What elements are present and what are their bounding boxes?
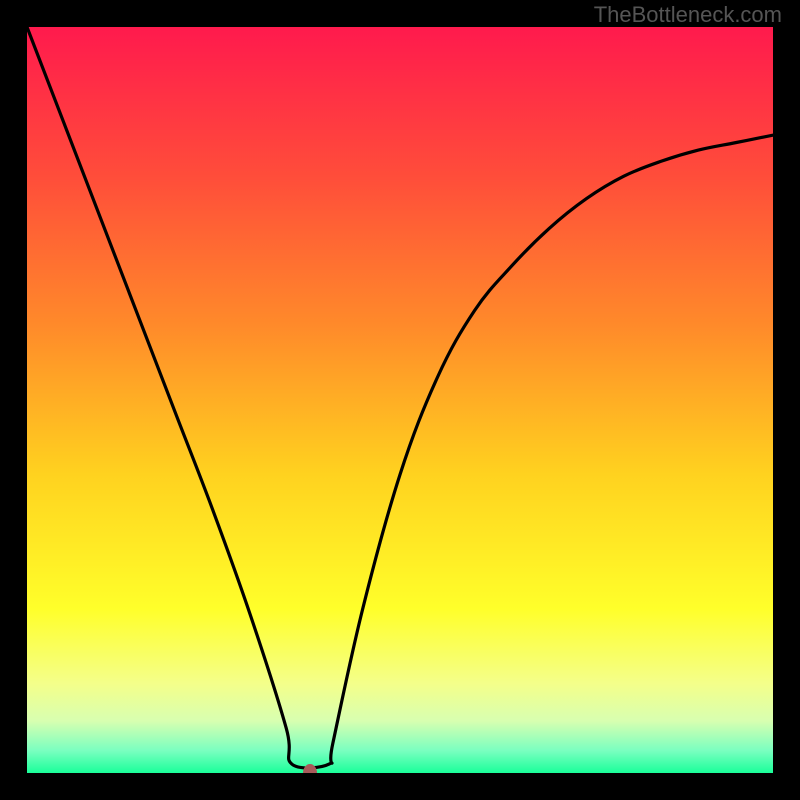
chart-curve	[27, 27, 773, 773]
watermark-text: TheBottleneck.com	[594, 2, 782, 28]
chart-plot-area	[27, 27, 773, 773]
